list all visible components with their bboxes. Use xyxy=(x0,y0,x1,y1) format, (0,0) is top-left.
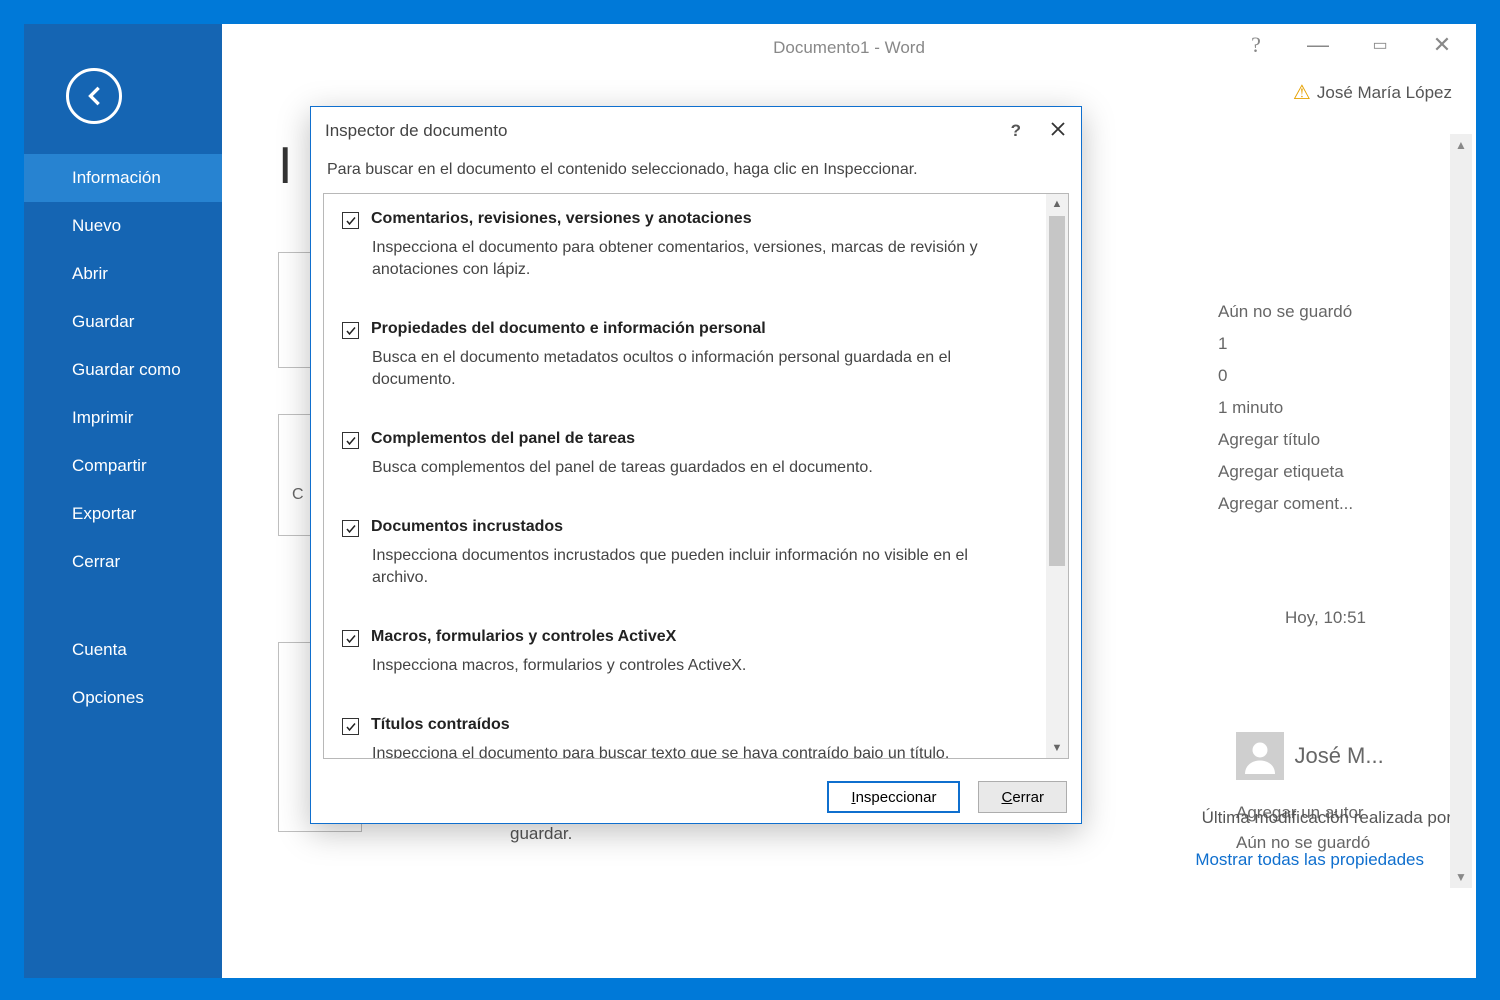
checkbox[interactable] xyxy=(342,432,359,449)
dialog-scrollbar[interactable]: ▲ ▼ xyxy=(1046,194,1068,758)
prop-saved: Aún no se guardó xyxy=(1218,296,1438,328)
card-inspect-label: C xyxy=(292,486,304,504)
scroll-down-icon[interactable]: ▼ xyxy=(1450,866,1472,888)
side-imprimir[interactable]: Imprimir xyxy=(24,394,222,442)
option-description: Inspecciona el documento para buscar tex… xyxy=(372,743,1024,758)
avatar-icon xyxy=(1236,732,1284,780)
scroll-up-icon[interactable]: ▲ xyxy=(1046,198,1068,210)
maximize-icon[interactable]: ▭ xyxy=(1364,35,1396,55)
option-title: Macros, formularios y controles ActiveX xyxy=(371,628,676,646)
option-description: Inspecciona documentos incrustados que p… xyxy=(372,545,1024,589)
inspector-option: Propiedades del documento e información … xyxy=(324,304,1046,414)
prop-words: 0 xyxy=(1218,360,1438,392)
inspector-option: Complementos del panel de tareas Busca co… xyxy=(324,414,1046,502)
inspector-option: Documentos incrustados Inspecciona docume… xyxy=(324,502,1046,612)
main-scrollbar[interactable]: ▲ ▼ xyxy=(1450,134,1472,888)
page-title-fragment: I xyxy=(278,136,292,196)
dialog-instruction: Para buscar en el documento el contenido… xyxy=(311,155,1081,193)
author-name[interactable]: José M... xyxy=(1294,743,1383,769)
scroll-thumb[interactable] xyxy=(1049,216,1065,566)
prop-add-comment[interactable]: Agregar coment... xyxy=(1218,488,1438,520)
inspector-options-list: Comentarios, revisiones, versiones y ano… xyxy=(324,194,1046,758)
close-window-icon[interactable]: ✕ xyxy=(1426,32,1458,58)
user-name: José María López xyxy=(1317,83,1452,103)
side-abrir[interactable]: Abrir xyxy=(24,250,222,298)
option-description: Busca en el documento metadatos ocultos … xyxy=(372,347,1024,391)
side-info[interactable]: Información xyxy=(24,154,222,202)
help-icon[interactable]: ? xyxy=(1240,32,1272,58)
checkbox[interactable] xyxy=(342,212,359,229)
side-nuevo[interactable]: Nuevo xyxy=(24,202,222,250)
document-inspector-dialog: Inspector de documento ? Para buscar en … xyxy=(310,106,1082,824)
show-all-properties-link[interactable]: Mostrar todas las propiedades xyxy=(1195,850,1424,870)
prop-last-modified: Hoy, 10:51 xyxy=(1285,608,1366,628)
back-button[interactable] xyxy=(66,68,122,124)
properties-column: Aún no se guardó 1 0 1 minuto Agregar tí… xyxy=(1218,296,1438,520)
option-description: Inspecciona el documento para obtener co… xyxy=(372,237,1024,281)
side-guardarcomo[interactable]: Guardar como xyxy=(24,346,222,394)
option-title: Propiedades del documento e información … xyxy=(371,320,766,338)
author-block: José M... Agregar un autor Aún no se gua… xyxy=(1236,732,1456,858)
minimize-icon[interactable]: — xyxy=(1302,32,1334,58)
side-cerrar[interactable]: Cerrar xyxy=(24,538,222,586)
scroll-down-icon[interactable]: ▼ xyxy=(1046,742,1068,754)
prop-add-tag[interactable]: Agregar etiqueta xyxy=(1218,456,1438,488)
dialog-close-icon[interactable] xyxy=(1049,120,1067,143)
option-title: Complementos del panel de tareas xyxy=(371,430,635,448)
backstage-sidebar: Información Nuevo Abrir Guardar Guardar … xyxy=(24,24,222,978)
option-title: Comentarios, revisiones, versiones y ano… xyxy=(371,210,752,228)
inspector-option: Macros, formularios y controles ActiveX I… xyxy=(324,612,1046,700)
checkbox[interactable] xyxy=(342,520,359,537)
window-title: Documento1 - Word xyxy=(773,38,925,58)
checkbox[interactable] xyxy=(342,718,359,735)
side-guardar[interactable]: Guardar xyxy=(24,298,222,346)
titlebar: Documento1 - Word ? — ▭ ✕ xyxy=(222,24,1476,72)
option-description: Inspecciona macros, formularios y contro… xyxy=(372,655,1024,677)
side-cuenta[interactable]: Cuenta xyxy=(24,626,222,674)
side-exportar[interactable]: Exportar xyxy=(24,490,222,538)
user-tag[interactable]: ⚠ José María López xyxy=(1293,80,1452,105)
prop-add-title[interactable]: Agregar título xyxy=(1218,424,1438,456)
option-title: Títulos contraídos xyxy=(371,716,510,734)
prop-edittime: 1 minuto xyxy=(1218,392,1438,424)
last-mod-by-label: Última modificación realizada por xyxy=(1202,808,1452,828)
guardar-text: guardar. xyxy=(510,824,572,844)
option-title: Documentos incrustados xyxy=(371,518,563,536)
scroll-up-icon[interactable]: ▲ xyxy=(1450,134,1472,156)
inspect-button[interactable]: Inspeccionar xyxy=(827,781,960,813)
checkbox[interactable] xyxy=(342,630,359,647)
option-description: Busca complementos del panel de tareas g… xyxy=(372,457,1024,479)
side-opciones[interactable]: Opciones xyxy=(24,674,222,722)
app-window: Información Nuevo Abrir Guardar Guardar … xyxy=(22,22,1478,980)
arrow-left-icon xyxy=(80,82,108,110)
inspector-option: Títulos contraídos Inspecciona el documen… xyxy=(324,700,1046,758)
prop-pages: 1 xyxy=(1218,328,1438,360)
dialog-help-icon[interactable]: ? xyxy=(1011,121,1021,141)
dialog-title: Inspector de documento xyxy=(325,121,507,141)
inspector-option: Comentarios, revisiones, versiones y ano… xyxy=(324,194,1046,304)
warning-icon: ⚠ xyxy=(1293,80,1311,105)
checkbox[interactable] xyxy=(342,322,359,339)
side-compartir[interactable]: Compartir xyxy=(24,442,222,490)
close-button[interactable]: Cerrar xyxy=(978,781,1067,813)
